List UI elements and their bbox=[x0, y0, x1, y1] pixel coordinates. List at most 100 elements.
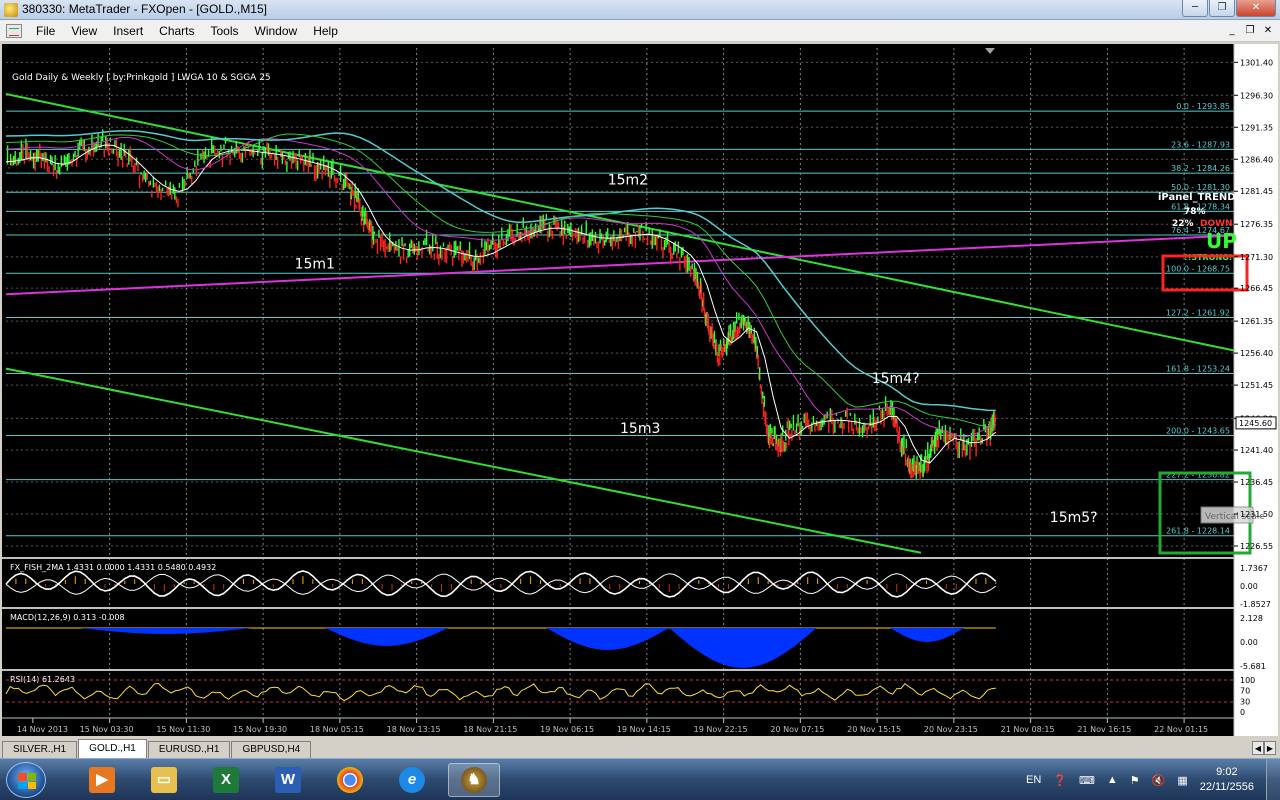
taskbar-metatrader[interactable]: ♞ bbox=[448, 763, 500, 797]
fisher-panel-label: FX_FISH_2MA 1.4331 0.0000 1.4331 0.5480 … bbox=[10, 563, 216, 572]
taskbar-ie[interactable]: e bbox=[386, 763, 438, 797]
time-axis-label: 18 Nov 13:15 bbox=[387, 725, 441, 734]
fisher-line-white bbox=[5, 570, 997, 598]
macd-panel-label: MACD(12,26,9) 0.313 -0.008 bbox=[10, 613, 125, 622]
title-bar: 380330: MetaTrader - FXOpen - [GOLD.,M15… bbox=[0, 0, 1280, 20]
time-axis-label: 15 Nov 19:30 bbox=[233, 725, 287, 734]
menu-window[interactable]: Window bbox=[247, 24, 306, 38]
macd-histogram-area bbox=[890, 628, 964, 642]
fib-level-label: 200.0 - 1243.65 bbox=[1166, 426, 1230, 435]
chart-annotation-text: 15m4? bbox=[872, 371, 920, 387]
rsi-line bbox=[5, 682, 996, 702]
chart-document-icon[interactable] bbox=[6, 23, 22, 38]
price-axis-label: 1256.40 bbox=[1240, 349, 1273, 358]
tab-scroll-left-icon[interactable]: ◀ bbox=[1252, 741, 1264, 755]
clock-time: 9:02 bbox=[1216, 766, 1238, 778]
network-icon[interactable]: ▦ bbox=[1177, 774, 1187, 787]
price-axis-label: 1251.45 bbox=[1240, 381, 1273, 390]
tab-gbpusd[interactable]: GBPUSD,H4 bbox=[231, 741, 312, 758]
chrome-icon bbox=[337, 767, 363, 793]
time-axis-label: 18 Nov 21:15 bbox=[463, 725, 517, 734]
time-axis-label: 19 Nov 06:15 bbox=[540, 725, 594, 734]
volume-muted-icon[interactable]: 🔇 bbox=[1152, 774, 1166, 787]
tab-gold[interactable]: GOLD.,H1 bbox=[78, 739, 147, 758]
help-icon[interactable]: ❓ bbox=[1053, 774, 1067, 787]
time-axis-label: 22 Nov 01:15 bbox=[1154, 725, 1208, 734]
show-desktop-button[interactable] bbox=[1266, 759, 1280, 800]
rsi-panel-tick-label: 100 bbox=[1240, 676, 1255, 685]
menu-insert[interactable]: Insert bbox=[105, 24, 151, 38]
menu-charts[interactable]: Charts bbox=[151, 24, 202, 38]
tab-scroll-right-icon[interactable]: ▶ bbox=[1264, 741, 1276, 755]
menu-bar: File View Insert Charts Tools Window Hel… bbox=[0, 20, 1280, 42]
time-axis-label: 18 Nov 05:15 bbox=[310, 725, 364, 734]
window-title: 380330: MetaTrader - FXOpen - [GOLD.,M15… bbox=[22, 2, 267, 16]
price-axis-label: 1296.30 bbox=[1240, 91, 1273, 100]
tab-eurusd[interactable]: EURUSD.,H1 bbox=[147, 741, 231, 758]
chart-indicator-header: Gold Daily & Weekly [ by:Prinkgold ] LWG… bbox=[12, 73, 271, 83]
price-axis-label: 1281.45 bbox=[1240, 187, 1273, 196]
time-axis-label: 20 Nov 07:15 bbox=[770, 725, 824, 734]
mdi-minimize-button[interactable]: _ bbox=[1224, 23, 1240, 37]
internet-explorer-icon: e bbox=[399, 767, 425, 793]
show-hidden-icons-icon[interactable]: ▲ bbox=[1107, 774, 1118, 786]
time-axis-label: 14 Nov 2013 bbox=[17, 725, 68, 734]
language-indicator[interactable]: EN bbox=[1026, 774, 1041, 786]
chart-annotation-text: 15m3 bbox=[620, 421, 660, 437]
start-button[interactable] bbox=[6, 762, 46, 798]
ipanel-up-label: UP bbox=[1206, 229, 1237, 253]
price-axis-label: 1241.40 bbox=[1240, 446, 1273, 455]
price-axis-label: 1261.35 bbox=[1240, 317, 1273, 326]
app-window: 380330: MetaTrader - FXOpen - [GOLD.,M15… bbox=[0, 0, 1280, 800]
taskbar-media-player[interactable]: ▶ bbox=[76, 763, 128, 797]
fib-level-label: 161.8 - 1253.24 bbox=[1166, 365, 1230, 374]
rsi-panel-tick-label: 70 bbox=[1240, 687, 1250, 696]
clock-date: 22/11/2556 bbox=[1199, 781, 1254, 793]
fisher-panel-tick-label: 0.00 bbox=[1240, 582, 1258, 591]
taskbar-explorer[interactable]: ▭ bbox=[138, 763, 190, 797]
chart-tabs: SILVER.,H1 GOLD.,H1 EURUSD.,H1 GBPUSD,H4… bbox=[0, 738, 1280, 758]
time-axis-label: 21 Nov 16:15 bbox=[1077, 725, 1131, 734]
time-axis-label: 15 Nov 03:30 bbox=[80, 725, 134, 734]
windows-logo-icon bbox=[18, 773, 36, 789]
tab-silver[interactable]: SILVER.,H1 bbox=[2, 741, 78, 758]
price-axis-label: 1236.45 bbox=[1240, 478, 1273, 487]
action-center-flag-icon[interactable]: ⚑ bbox=[1130, 774, 1140, 787]
metatrader-app-icon bbox=[4, 3, 18, 17]
mdi-restore-button[interactable]: ❐ bbox=[1242, 23, 1258, 37]
menu-file[interactable]: File bbox=[28, 24, 63, 38]
clock[interactable]: 9:02 22/11/2556 bbox=[1200, 765, 1254, 795]
excel-icon: X bbox=[213, 767, 239, 793]
keyboard-icon[interactable]: ⌨ bbox=[1079, 774, 1095, 787]
price-axis-label: 1266.45 bbox=[1240, 284, 1273, 293]
price-axis-label: 1286.40 bbox=[1240, 155, 1273, 164]
restore-button[interactable]: ❐ bbox=[1209, 0, 1235, 17]
fib-level-label: 100.0 - 1268.75 bbox=[1166, 264, 1230, 273]
macd-histogram-area bbox=[325, 628, 449, 646]
taskbar-excel[interactable]: X bbox=[200, 763, 252, 797]
menu-tools[interactable]: Tools bbox=[203, 24, 247, 38]
chart-annotation-text: 15m1 bbox=[295, 256, 335, 272]
minimize-button[interactable]: ─ bbox=[1182, 0, 1208, 17]
close-button[interactable]: ✕ bbox=[1236, 0, 1276, 17]
chart-window[interactable]: 0.0 - 1293.85 23.6 - 1287.93 38.2 - 1284.2… bbox=[0, 42, 1280, 738]
mdi-close-button[interactable]: ✕ bbox=[1260, 23, 1276, 37]
taskbar-word[interactable]: W bbox=[262, 763, 314, 797]
menu-help[interactable]: Help bbox=[305, 24, 346, 38]
taskbar-chrome[interactable] bbox=[324, 763, 376, 797]
price-chart[interactable]: 0.0 - 1293.85 23.6 - 1287.93 38.2 - 1284.2… bbox=[2, 44, 1278, 736]
time-axis-label: 20 Nov 23:15 bbox=[924, 725, 978, 734]
menu-view[interactable]: View bbox=[63, 24, 105, 38]
fib-level-label: 38.2 - 1284.26 bbox=[1171, 164, 1230, 173]
fib-level-label: 127.2 - 1261.92 bbox=[1166, 308, 1230, 317]
fisher-panel-tick-label: 1.7367 bbox=[1240, 564, 1268, 573]
taskbar: ▶ ▭ X W e ♞ EN ❓ ⌨ ▲ ⚑ 🔇 ▦ 9:02 22/11/25… bbox=[0, 758, 1280, 800]
system-tray: EN ❓ ⌨ ▲ ⚑ 🔇 ▦ 9:02 22/11/2556 bbox=[1020, 759, 1280, 800]
media-player-icon: ▶ bbox=[89, 767, 115, 793]
price-axis-label: 1301.40 bbox=[1240, 58, 1273, 67]
price-axis-label: 1226.55 bbox=[1240, 542, 1273, 551]
time-axis-label: 21 Nov 08:15 bbox=[1001, 725, 1055, 734]
price-axis-label: 1231.50 bbox=[1240, 510, 1273, 519]
ipanel-pct-up: 78% bbox=[1184, 207, 1206, 217]
fib-level-label: 50.0 - 1281.30 bbox=[1171, 183, 1230, 192]
